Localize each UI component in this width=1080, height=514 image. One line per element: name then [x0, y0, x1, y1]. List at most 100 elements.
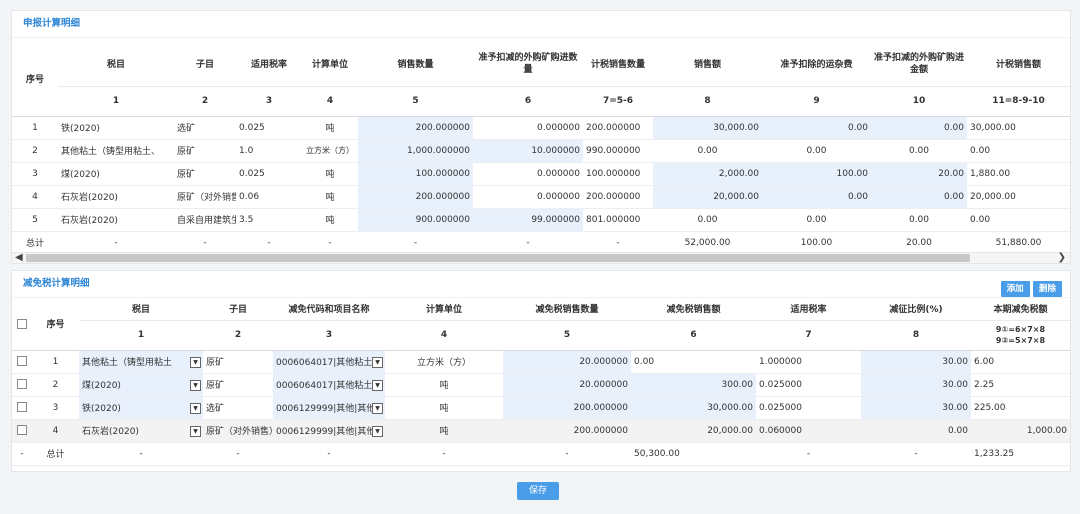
row-checkbox[interactable] [17, 356, 27, 367]
table-cell: 2 [12, 139, 58, 163]
table-cell[interactable]: 30,000.00 [631, 396, 756, 420]
horizontal-scrollbar[interactable]: ◀ ❯ [12, 252, 1070, 263]
table-cell[interactable]: 0.00 [871, 208, 967, 232]
table-cell[interactable]: 0.00 [762, 185, 871, 209]
col-number: 9①=6×7×8 9②=5×7×8 [971, 320, 1070, 351]
table-cell[interactable]: 0.00 [762, 139, 871, 163]
row-checkbox[interactable] [17, 379, 27, 390]
row-select-cell [12, 350, 32, 374]
table-cell[interactable]: 1,000.000000 [358, 139, 473, 163]
chevron-down-icon[interactable]: ▼ [372, 402, 383, 414]
table-cell[interactable]: 10.000000 [473, 139, 583, 163]
total-row: 总计 - - - - - - -52,000.00 100.00 20.00 51,880.00 [12, 231, 1070, 255]
reduction-detail-title: 减免税计算明细 [23, 278, 90, 289]
row-checkbox[interactable] [17, 425, 27, 436]
table-cell[interactable]: 0006064017|其他粘土 ▼ [273, 373, 385, 397]
col-number: 7=5-6 [583, 86, 653, 117]
table-cell[interactable]: 0006129999|其他|其他 ▼ [273, 396, 385, 420]
table-cell[interactable]: 铁(2020) ▼ [79, 396, 203, 420]
total-cell: - [358, 231, 473, 255]
table-cell: 吨 [385, 419, 503, 443]
chevron-down-icon[interactable]: ▼ [190, 356, 201, 368]
scroll-right-icon[interactable]: ❯ [1058, 252, 1066, 263]
table-cell[interactable]: 石灰岩(2020) ▼ [79, 419, 203, 443]
table-cell[interactable]: 煤(2020) ▼ [79, 373, 203, 397]
table-cell: 20,000.00 [967, 185, 1070, 209]
scroll-thumb[interactable] [26, 254, 970, 262]
row-checkbox[interactable] [17, 402, 27, 413]
table-cell[interactable]: 20.00 [871, 162, 967, 186]
table-row: 5 石灰岩(2020) 自采自用建筑生 3.5 吨 900.000000 99.000000… [12, 208, 1070, 232]
table-cell[interactable]: 2,000.00 [653, 162, 762, 186]
table-cell[interactable]: 99.000000 [473, 208, 583, 232]
row-select-cell [12, 396, 32, 420]
table-cell: 0.00 [967, 139, 1070, 163]
formula-a: 9①=6×7×8 [995, 325, 1046, 334]
col-number: 7 [756, 320, 861, 351]
table-cell[interactable]: 0.00 [653, 208, 762, 232]
table-cell[interactable]: 20,000.00 [631, 419, 756, 443]
col-header: 序号 [32, 298, 79, 351]
total-cell: - [503, 442, 631, 466]
chevron-down-icon[interactable]: ▼ [190, 379, 201, 391]
chevron-down-icon[interactable]: ▼ [372, 425, 383, 437]
table-cell: 1.000000 [756, 350, 861, 374]
table-row: 2 其他粘土（铸型用粘土、 原矿 1.0 立方米（方） 1,000.000000 10.00… [12, 139, 1070, 163]
table-cell[interactable]: 0.00 [871, 139, 967, 163]
select-all-checkbox[interactable] [17, 318, 27, 329]
table-cell[interactable]: 0.00 [653, 139, 762, 163]
table-cell[interactable]: 900.000000 [358, 208, 473, 232]
table-cell: 200.000000 [583, 185, 653, 209]
chevron-down-icon[interactable]: ▼ [372, 379, 383, 391]
col-header: 减免税销售数量 [503, 298, 631, 321]
add-button[interactable]: 添加 [1000, 281, 1030, 297]
total-cell: - [203, 442, 273, 466]
table-cell[interactable]: 0.00 [871, 116, 967, 140]
table-cell[interactable]: 0.00 [631, 350, 756, 374]
save-button[interactable]: 保存 [517, 482, 559, 500]
table-cell[interactable]: 200.000000 [503, 396, 631, 420]
table-cell[interactable]: 0.00 [762, 208, 871, 232]
chevron-down-icon[interactable]: ▼ [190, 425, 201, 437]
col-number: 6 [631, 320, 756, 351]
chevron-down-icon[interactable]: ▼ [190, 402, 201, 414]
table-cell[interactable]: 200.000000 [503, 419, 631, 443]
table-cell: 吨 [385, 373, 503, 397]
table-row: 3 铁(2020) ▼ 选矿 0006129999|其他|其他 ▼ 吨 200.000000 3… [12, 396, 1070, 420]
table-cell[interactable]: 20,000.00 [653, 185, 762, 209]
table-cell[interactable]: 30.00 [861, 373, 971, 397]
table-cell: 0.025000 [756, 396, 861, 420]
table-cell[interactable]: 0.000000 [473, 162, 583, 186]
table-cell: 4 [12, 185, 58, 209]
chevron-down-icon[interactable]: ▼ [372, 356, 383, 368]
table-cell[interactable]: 0.000000 [473, 116, 583, 140]
table-cell[interactable]: 30.00 [861, 350, 971, 374]
table-cell[interactable]: 0.00 [871, 185, 967, 209]
table-cell[interactable]: 30,000.00 [653, 116, 762, 140]
table-cell[interactable]: 20.000000 [503, 373, 631, 397]
col-number: 8 [653, 86, 762, 117]
table-cell[interactable]: 0006064017|其他粘土 ▼ [273, 350, 385, 374]
col-number: 9 [762, 86, 871, 117]
scroll-left-icon[interactable]: ◀ [15, 252, 23, 263]
delete-button[interactable]: 删除 [1032, 281, 1062, 297]
table-cell[interactable]: 其他粘土（铸型用粘土 ▼ [79, 350, 203, 374]
table-cell[interactable]: 0.00 [762, 116, 871, 140]
table-cell[interactable]: 0.00 [861, 419, 971, 443]
col-header: 适用税率 [756, 298, 861, 321]
table-cell[interactable]: 200.000000 [358, 185, 473, 209]
table-cell[interactable]: 300.00 [631, 373, 756, 397]
table-cell[interactable]: 20.000000 [503, 350, 631, 374]
table-cell[interactable]: 30.00 [861, 396, 971, 420]
select-value: 0006064017|其他粘土 [276, 358, 373, 368]
table-cell[interactable]: 100.00 [762, 162, 871, 186]
table-cell[interactable]: 100.000000 [358, 162, 473, 186]
table-cell[interactable]: 0006129999|其他|其他 ▼ [273, 419, 385, 443]
table-cell[interactable]: 200.000000 [358, 116, 473, 140]
col-number: 6 [473, 86, 583, 117]
table-cell[interactable]: 0.000000 [473, 185, 583, 209]
table-cell: 吨 [385, 396, 503, 420]
table-cell: 立方米（方） [385, 350, 503, 374]
col-header: 计算单位 [385, 298, 503, 321]
table-cell: 1 [12, 116, 58, 140]
